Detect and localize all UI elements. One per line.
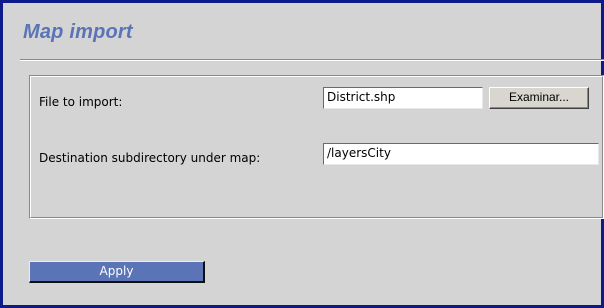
import-form-panel: File to import: District.shp Examinar...… (29, 75, 604, 219)
apply-button[interactable]: Apply (29, 261, 205, 283)
file-to-import-input[interactable]: District.shp (323, 87, 483, 109)
map-import-window: Map import File to import: District.shp … (0, 0, 604, 308)
page-title: Map import (23, 21, 133, 43)
title-divider (20, 59, 604, 61)
destination-subdirectory-input[interactable]: /layersCity (323, 143, 599, 165)
file-to-import-label: File to import: (39, 95, 123, 109)
browse-button[interactable]: Examinar... (489, 87, 589, 109)
destination-subdirectory-label: Destination subdirectory under map: (39, 151, 261, 165)
import-form-panel-inner: File to import: District.shp Examinar...… (30, 76, 603, 218)
